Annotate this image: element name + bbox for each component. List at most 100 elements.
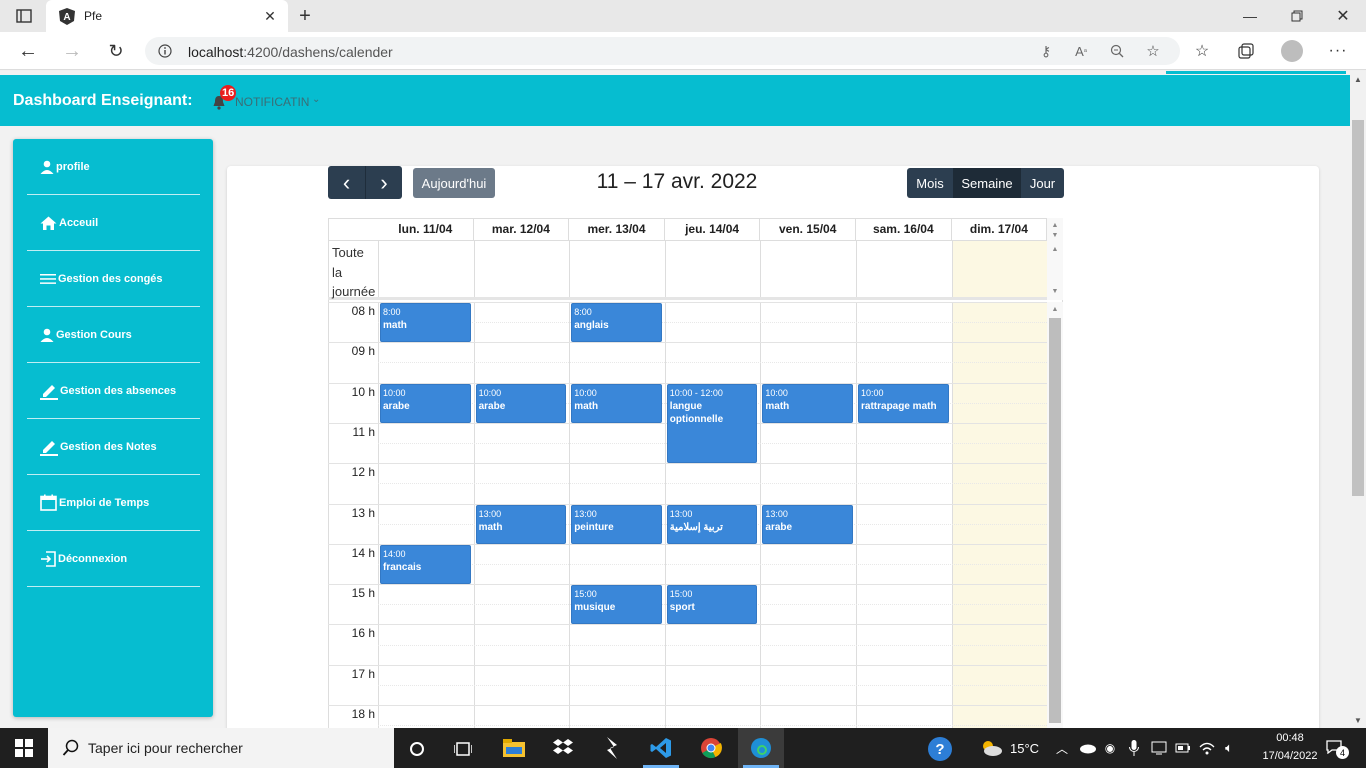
sidebar-item-d-connexion[interactable]: Déconnexion	[27, 531, 200, 587]
calendar-event[interactable]: 13:00 peinture	[571, 504, 662, 544]
today-column-highlight	[951, 241, 1047, 297]
scroll-up-icon[interactable]: ▲	[1047, 244, 1063, 254]
grid-scrollbar[interactable]: ▲	[1047, 302, 1063, 728]
scroll-thumb[interactable]	[1352, 120, 1364, 496]
favorites-icon[interactable]: ☆	[1192, 42, 1212, 60]
scroll-down-icon[interactable]: ▼	[1350, 714, 1366, 726]
scroll-up-icon[interactable]: ▲	[1047, 220, 1063, 230]
calendar-event[interactable]: 15:00 musique	[571, 585, 662, 625]
calendar-event[interactable]: 10:00 - 12:00 langue optionnelle	[666, 383, 758, 464]
calendar-event[interactable]: 10:00 arabe	[380, 383, 471, 423]
zoom-icon[interactable]	[1108, 42, 1126, 60]
action-center[interactable]: 4	[1324, 738, 1349, 760]
weather-temp[interactable]: 15°C	[1010, 741, 1039, 756]
scroll-down-icon[interactable]: ▼	[1047, 286, 1063, 296]
day-header: ven. 15/04	[760, 218, 856, 240]
week-view-button[interactable]: Semaine	[953, 168, 1021, 198]
collections-icon[interactable]	[1236, 42, 1256, 60]
read-aloud-icon[interactable]: Aᵃ	[1072, 42, 1090, 60]
today-button[interactable]: Aujourd'hui	[413, 168, 495, 198]
sidebar-item-gestion-des-absences[interactable]: Gestion des absences	[27, 363, 200, 419]
help-icon[interactable]: ?	[928, 737, 952, 761]
close-window-icon[interactable]: ✕	[1333, 6, 1353, 26]
info-icon[interactable]	[157, 43, 173, 59]
calendar-event[interactable]: 8:00 anglais	[571, 303, 662, 343]
show-hidden-icons-icon[interactable]: ︿	[1054, 740, 1070, 756]
wifi-icon[interactable]	[1198, 740, 1216, 756]
onedrive-icon[interactable]	[1078, 740, 1096, 756]
next-week-button[interactable]: ›	[365, 166, 402, 199]
add-favorite-icon[interactable]: ☆	[1144, 42, 1162, 60]
file-explorer-icon[interactable]	[502, 737, 526, 759]
volume-icon[interactable]: 🔈︎	[1220, 740, 1238, 756]
microphone-icon[interactable]	[1126, 739, 1142, 757]
minimize-icon[interactable]: —	[1240, 6, 1260, 26]
battery-icon[interactable]	[1174, 740, 1192, 756]
more-options-icon[interactable]: ···	[1328, 42, 1348, 60]
event-time: 10:00	[861, 387, 884, 398]
event-title: francais	[383, 561, 422, 573]
scroll-up-icon[interactable]: ▲	[1047, 304, 1063, 314]
sidebar-item-acceuil[interactable]: Acceuil	[27, 195, 200, 251]
prev-week-button[interactable]: ‹	[328, 166, 365, 199]
sidebar-item-gestion-des-cong-s[interactable]: Gestion des congés	[27, 251, 200, 307]
hour-label: 15 h	[351, 586, 375, 601]
browser-tab[interactable]: A Pfe ✕	[46, 0, 288, 32]
url-bar[interactable]: localhost:4200/dashens/calender ⚷ Aᵃ ☆	[145, 37, 1180, 65]
event-title: arabe	[765, 521, 793, 533]
new-tab-icon[interactable]: +	[294, 5, 316, 27]
taskbar-search[interactable]: Taper ici pour rechercher	[48, 728, 394, 768]
chrome-icon[interactable]	[698, 736, 724, 760]
vscode-icon[interactable]	[648, 736, 674, 760]
weather-icon[interactable]	[978, 738, 1004, 758]
sidebar-item-profile[interactable]: profile	[27, 139, 200, 195]
url-text[interactable]: localhost:4200/dashens/calender	[188, 44, 393, 60]
close-tab-icon[interactable]: ✕	[262, 8, 278, 24]
camera-icon[interactable]: ◉	[1102, 740, 1118, 756]
forward-icon[interactable]: →	[60, 40, 84, 62]
calendar-event[interactable]: 10:00 rattrapage math	[858, 383, 949, 423]
task-view-icon[interactable]	[452, 738, 474, 760]
notification-menu[interactable]: 16 NOTIFICATIN ⌄	[210, 85, 340, 111]
month-view-button[interactable]: Mois	[907, 168, 953, 198]
sidebar-item-gestion-des-notes[interactable]: Gestion des Notes	[27, 419, 200, 475]
scroll-up-icon[interactable]: ▲	[1350, 73, 1366, 85]
tab-actions-icon[interactable]	[10, 7, 38, 25]
calendar-event[interactable]: 8:00 math	[380, 303, 471, 343]
hour-label: 12 h	[351, 465, 375, 480]
profile-avatar[interactable]	[1281, 40, 1303, 62]
clock-date[interactable]: 17/04/2022	[1258, 750, 1322, 762]
calendar-event[interactable]: 15:00 sport	[666, 585, 758, 625]
scroll-down-icon[interactable]: ▼	[1047, 230, 1063, 240]
hour-label: 18 h	[351, 707, 375, 721]
day-view-button[interactable]: Jour	[1021, 168, 1064, 198]
windows-start-icon[interactable]	[14, 738, 34, 758]
sidebar-item-emploi-de-temps[interactable]: Emploi de Temps	[27, 475, 200, 531]
display-icon[interactable]	[1150, 740, 1168, 756]
restore-icon[interactable]	[1287, 6, 1307, 26]
calendar-event[interactable]: 10:00 math	[571, 383, 662, 423]
clock-time[interactable]: 00:48	[1258, 732, 1322, 744]
calendar-event[interactable]: 13:00 math	[475, 504, 567, 544]
cortana-icon[interactable]	[406, 738, 428, 760]
calendar-icon	[40, 494, 57, 511]
calendar-event[interactable]: 13:00 تربية إسلامية	[666, 504, 758, 544]
sidebar-item-gestion-cours[interactable]: Gestion Cours	[27, 307, 200, 363]
key-icon[interactable]: ⚷	[1037, 42, 1055, 60]
calendar-event[interactable]: 14:00 francais	[380, 544, 471, 585]
hour-label: 17 h	[351, 666, 375, 681]
edge-taskbar-active[interactable]	[738, 728, 784, 768]
scroll-thumb[interactable]	[1049, 318, 1061, 723]
event-title: sport	[669, 602, 695, 614]
notification-badge: 16	[220, 85, 237, 101]
refresh-icon[interactable]: ↻	[104, 40, 128, 62]
back-icon[interactable]: ←	[16, 40, 40, 62]
dropbox-icon[interactable]	[551, 737, 575, 759]
calendar-event[interactable]: 13:00 arabe	[762, 504, 853, 544]
calendar-event[interactable]: 10:00 arabe	[475, 383, 567, 423]
calendar-event[interactable]: 10:00 math	[762, 383, 853, 423]
app-icon[interactable]	[601, 737, 623, 759]
header-scrollbar[interactable]: ▲ ▼ ▲ ▼	[1047, 218, 1063, 300]
page-scrollbar[interactable]: ▲ ▼	[1350, 71, 1366, 728]
half-hour-line	[378, 322, 1047, 324]
